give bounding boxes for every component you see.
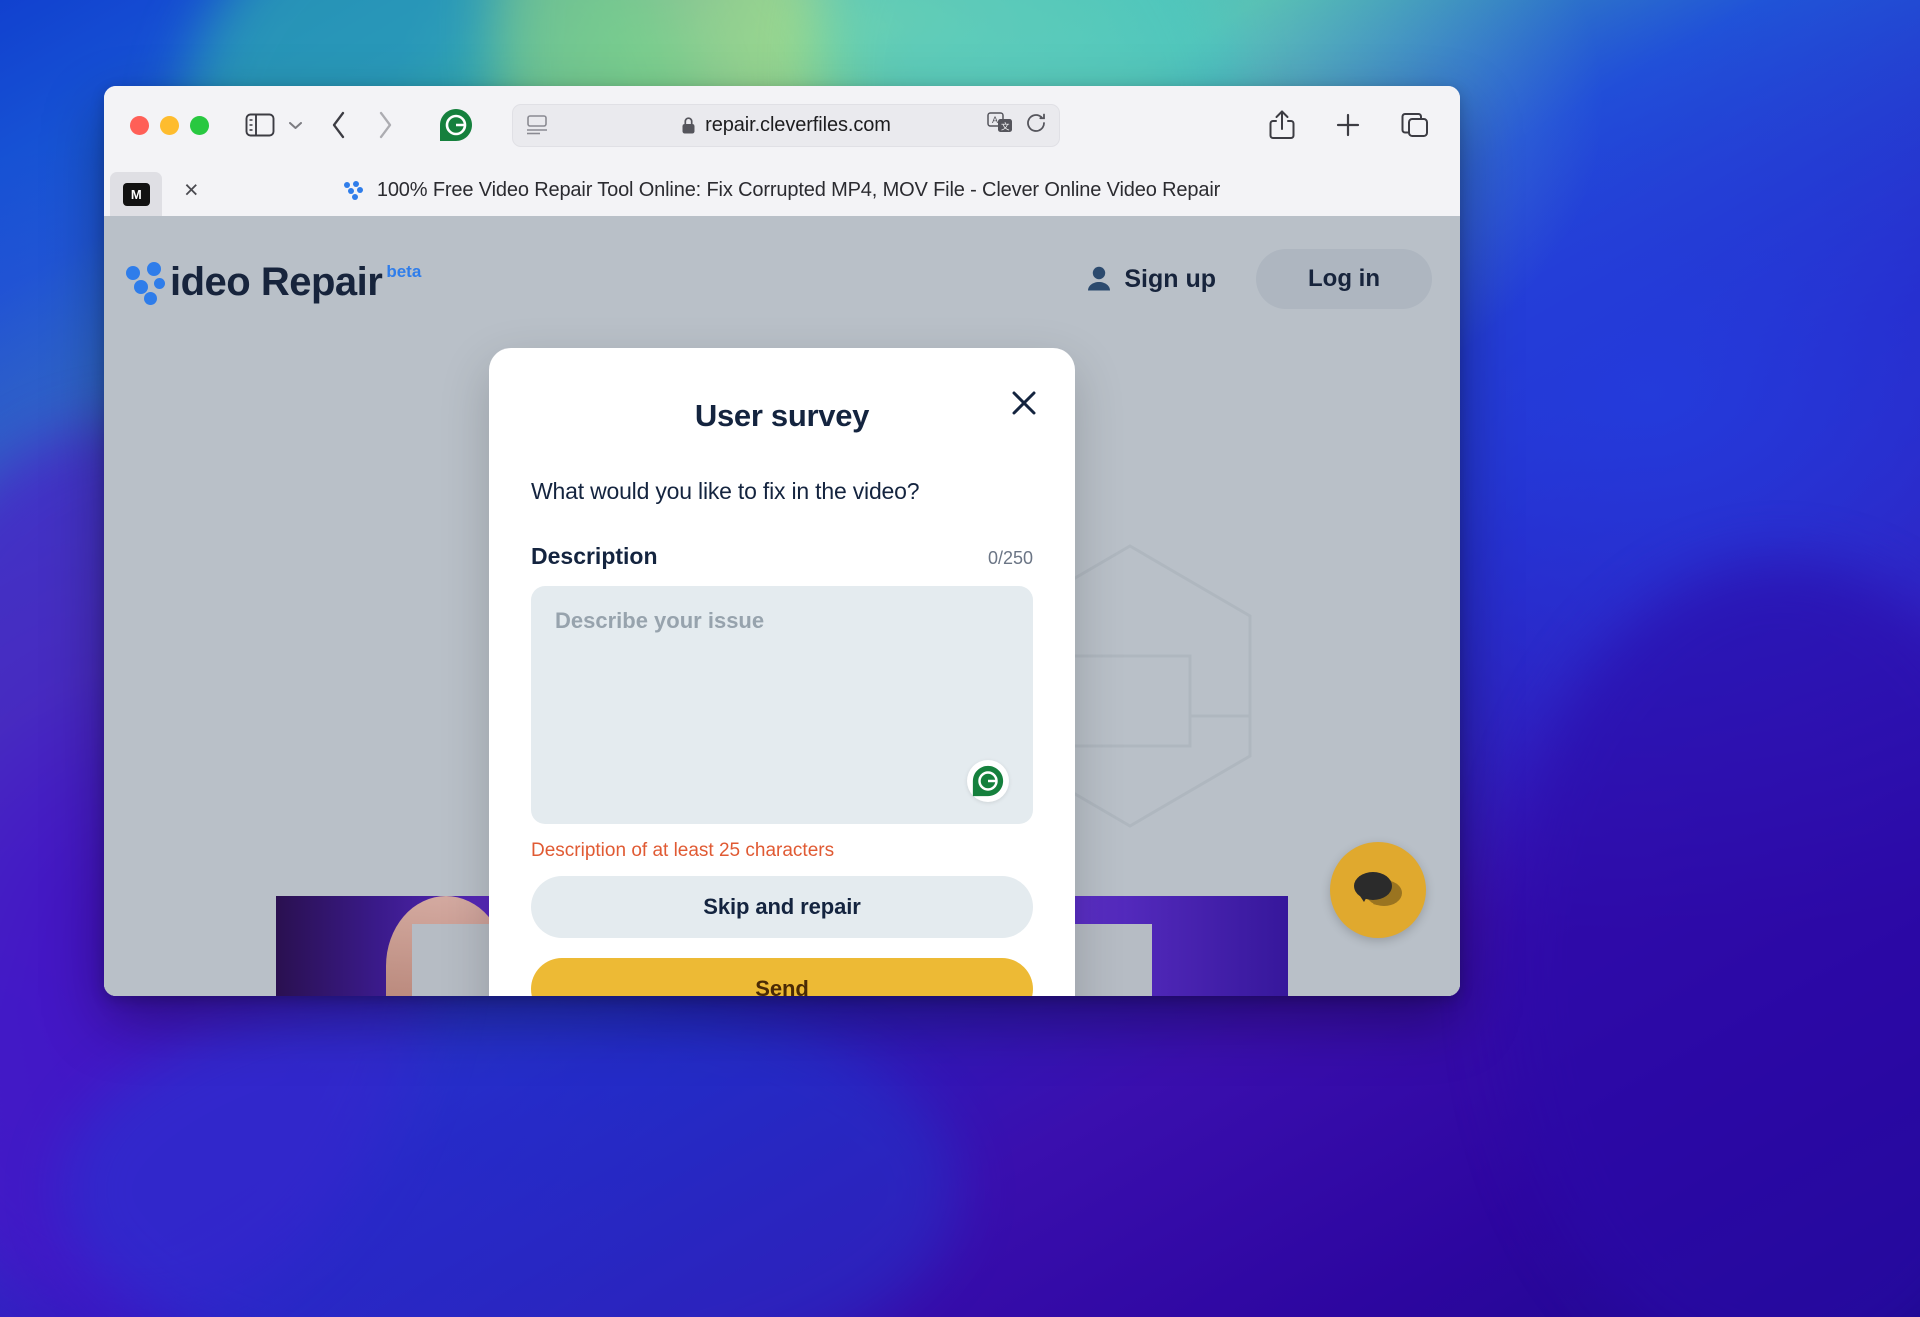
description-label: Description bbox=[531, 543, 658, 569]
description-textarea[interactable]: Describe your issue bbox=[531, 586, 1033, 824]
survey-question: What would you like to fix in the video? bbox=[531, 478, 920, 504]
reload-icon[interactable] bbox=[1025, 112, 1047, 139]
character-counter: 0/250 bbox=[987, 548, 1033, 568]
address-bar-actions[interactable]: A 文 bbox=[987, 111, 1047, 139]
translate-icon[interactable]: A 文 bbox=[987, 111, 1013, 139]
close-modal-button[interactable] bbox=[1007, 386, 1041, 420]
send-button[interactable]: Send bbox=[531, 958, 1033, 996]
tab-overview-icon[interactable] bbox=[1400, 111, 1430, 139]
address-bar[interactable]: repair.cleverfiles.com A 文 bbox=[512, 103, 1060, 147]
safari-window: repair.cleverfiles.com A 文 M × 100% Free… bbox=[104, 86, 1460, 996]
chevron-down-icon[interactable] bbox=[287, 119, 304, 131]
modal-title: User survey bbox=[694, 398, 870, 433]
close-tab-button[interactable]: × bbox=[184, 177, 199, 203]
close-window-button[interactable] bbox=[130, 115, 149, 135]
skip-and-repair-button[interactable]: Skip and repair bbox=[531, 876, 1033, 938]
tab-favicon: M bbox=[110, 172, 162, 216]
reader-view-icon[interactable] bbox=[525, 114, 549, 136]
description-placeholder: Describe your issue bbox=[555, 608, 765, 633]
minimize-window-button[interactable] bbox=[160, 115, 179, 135]
tab-title-container: 100% Free Video Repair Tool Online: Fix … bbox=[104, 164, 1460, 216]
wallpaper-streak bbox=[1500, 560, 1920, 1317]
tab-title: 100% Free Video Repair Tool Online: Fix … bbox=[376, 178, 1221, 201]
browser-toolbar: repair.cleverfiles.com A 文 bbox=[104, 86, 1460, 164]
desktop-wallpaper: repair.cleverfiles.com A 文 M × 100% Free… bbox=[0, 0, 1920, 1317]
svg-text:A: A bbox=[992, 115, 998, 125]
lock-icon bbox=[682, 116, 695, 133]
validation-error-message: Description of at least 25 characters bbox=[531, 840, 835, 861]
toolbar-right-actions bbox=[1268, 109, 1438, 141]
close-icon bbox=[1012, 391, 1036, 415]
browser-tab[interactable]: M × bbox=[110, 164, 199, 216]
site-favicon-icon bbox=[343, 180, 366, 200]
forward-arrow-icon[interactable] bbox=[376, 110, 394, 140]
svg-text:文: 文 bbox=[1001, 121, 1010, 131]
url-text: repair.cleverfiles.com bbox=[705, 113, 891, 136]
tab-bar: M × 100% Free Video Repair Tool Online: … bbox=[104, 164, 1460, 216]
modal-layer: User survey What would you like to fix i… bbox=[104, 216, 1460, 996]
address-bar-content: repair.cleverfiles.com bbox=[513, 114, 1059, 137]
back-arrow-icon[interactable] bbox=[330, 110, 348, 140]
grammarly-icon[interactable] bbox=[438, 107, 474, 143]
tab-favicon-glyph: M bbox=[122, 182, 150, 206]
new-tab-icon[interactable] bbox=[1334, 111, 1362, 139]
user-survey-modal: User survey What would you like to fix i… bbox=[489, 348, 1075, 996]
page-viewport: ideo Repair beta Sign up Log in User sur… bbox=[104, 216, 1460, 996]
window-controls[interactable] bbox=[130, 115, 209, 135]
description-field-header: Description 0/250 bbox=[531, 543, 1033, 570]
sidebar-icon[interactable] bbox=[245, 112, 275, 138]
share-icon[interactable] bbox=[1268, 109, 1296, 141]
grammarly-icon[interactable] bbox=[967, 760, 1009, 802]
zoom-window-button[interactable] bbox=[190, 115, 209, 135]
